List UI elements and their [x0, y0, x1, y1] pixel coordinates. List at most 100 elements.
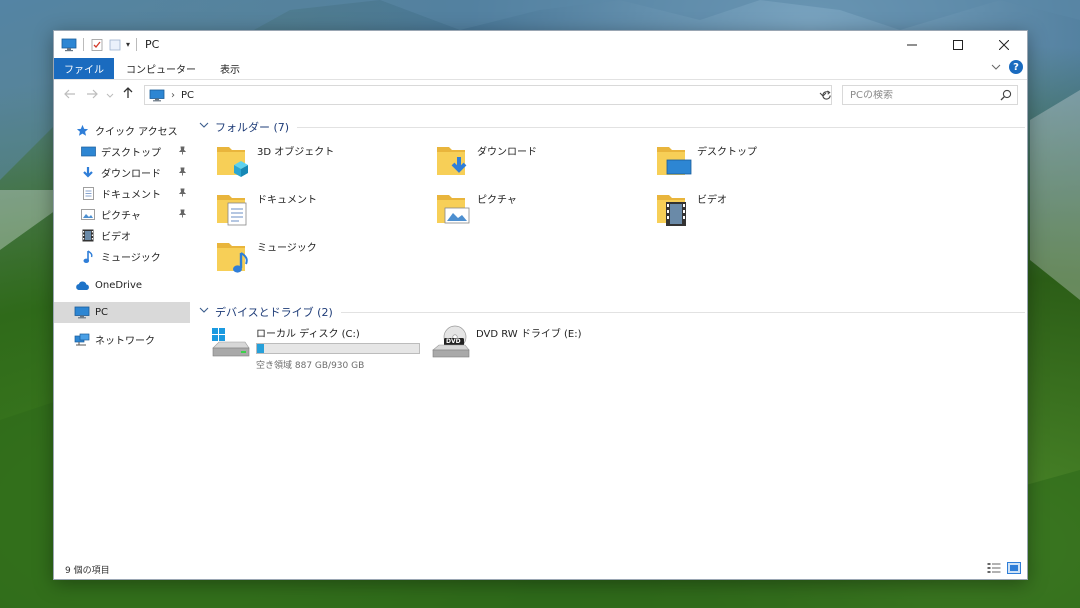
- item-count: 9 個の項目: [65, 565, 110, 576]
- sidebar-item-label: クイック アクセス: [95, 126, 178, 138]
- up-button[interactable]: [117, 87, 139, 103]
- sidebar-item-label: OneDrive: [95, 280, 143, 291]
- refresh-icon: [821, 89, 831, 100]
- minimize-button[interactable]: [889, 31, 935, 58]
- search-icon[interactable]: [1000, 89, 1012, 101]
- sidebar-item-quick-access[interactable]: クイック アクセス: [54, 119, 190, 141]
- folder-videos[interactable]: ビデオ: [655, 189, 875, 233]
- new-folder-icon[interactable]: [108, 38, 122, 52]
- properties-icon[interactable]: [90, 38, 104, 52]
- sidebar-item-pictures[interactable]: ピクチャ: [54, 204, 190, 225]
- hard-drive-icon: [211, 324, 251, 360]
- folder-music[interactable]: ミュージック: [215, 237, 435, 281]
- tab-file[interactable]: ファイル: [54, 58, 114, 79]
- pin-icon[interactable]: [178, 146, 187, 155]
- sidebar-item-music[interactable]: ミュージック: [54, 246, 190, 267]
- details-view-icon[interactable]: [987, 562, 1001, 574]
- 3d-objects-folder-icon: [215, 141, 253, 181]
- ribbon-right: ?: [991, 60, 1023, 74]
- help-icon[interactable]: ?: [1009, 60, 1023, 74]
- sidebar-item-onedrive[interactable]: OneDrive: [54, 275, 190, 296]
- expand-ribbon-icon[interactable]: [991, 63, 1001, 71]
- folder-label: ダウンロード: [477, 147, 537, 158]
- dvd-badge: DVD: [446, 338, 461, 345]
- sidebar-item-label: ドキュメント: [101, 190, 161, 201]
- pin-icon[interactable]: [178, 209, 187, 218]
- folder-label: ドキュメント: [257, 195, 317, 206]
- pin-icon[interactable]: [178, 167, 187, 176]
- search-input[interactable]: [850, 89, 990, 101]
- address-bar[interactable]: › PC: [144, 85, 832, 105]
- downloads-folder-icon: [435, 141, 473, 181]
- sidebar-item-label: ダウンロード: [101, 169, 161, 180]
- sidebar-item-desktop[interactable]: デスクトップ: [54, 141, 190, 162]
- folder-documents[interactable]: ドキュメント: [215, 189, 435, 233]
- view-switcher: [987, 562, 1021, 574]
- tab-view[interactable]: 表示: [208, 58, 252, 79]
- drive-name: ローカル ディスク (C:): [256, 329, 360, 340]
- group-header-label: フォルダー (7): [215, 121, 290, 134]
- pin-icon[interactable]: [178, 188, 187, 197]
- toolbar-separator: [136, 38, 138, 51]
- maximize-button[interactable]: [935, 31, 981, 58]
- drive-name: DVD RW ドライブ (E:): [476, 329, 582, 340]
- folder-grid: 3D オブジェクト ダウンロード デスクトップ ドキュメント ピクチャ ビデオ …: [199, 135, 1025, 283]
- group-header-folders[interactable]: フォルダー (7): [199, 119, 1025, 135]
- sidebar-item-pc[interactable]: PC: [54, 302, 190, 323]
- close-icon: [999, 39, 1009, 50]
- sidebar-item-label: ピクチャ: [101, 211, 141, 222]
- video-icon: [80, 229, 96, 243]
- folder-label: ピクチャ: [477, 195, 517, 206]
- folder-label: ビデオ: [697, 195, 727, 206]
- large-icons-view-icon[interactable]: [1007, 562, 1021, 574]
- videos-folder-icon: [655, 189, 693, 229]
- quick-access-toolbar: ▾: [54, 38, 139, 52]
- title-bar: ▾ PC: [54, 31, 1027, 58]
- maximize-icon: [953, 39, 963, 50]
- folder-desktop[interactable]: デスクトップ: [655, 141, 875, 185]
- folder-label: 3D オブジェクト: [257, 147, 335, 158]
- computer-icon: [74, 306, 90, 320]
- download-icon: [80, 166, 96, 180]
- minimize-icon: [907, 44, 917, 45]
- group-divider: [297, 126, 1025, 128]
- cloud-icon: [74, 279, 90, 293]
- breadcrumb-pc[interactable]: PC: [181, 90, 194, 101]
- star-icon: [74, 123, 90, 137]
- drive-dvd-e[interactable]: DVD DVD RW ドライブ (E:): [431, 324, 582, 360]
- folder-pictures[interactable]: ピクチャ: [435, 189, 655, 233]
- computer-icon: [61, 38, 77, 51]
- documents-folder-icon: [215, 189, 253, 229]
- status-bar: 9 個の項目: [54, 559, 1027, 579]
- drive-usage-fill: [257, 344, 265, 353]
- chevron-down-icon[interactable]: [199, 307, 209, 317]
- back-button[interactable]: [59, 88, 81, 103]
- picture-icon: [80, 208, 96, 222]
- close-button[interactable]: [981, 31, 1027, 58]
- chevron-down-icon: [106, 93, 114, 98]
- chevron-down-icon[interactable]: [199, 122, 209, 132]
- computer-icon: [149, 89, 165, 101]
- navigation-pane: クイック アクセス デスクトップ ダウンロード ドキュメント ピクチャ ビデオ …: [54, 119, 190, 559]
- sidebar-item-label: ビデオ: [101, 232, 131, 243]
- folder-downloads[interactable]: ダウンロード: [435, 141, 655, 185]
- customize-toolbar-icon[interactable]: ▾: [126, 40, 130, 49]
- sidebar-item-label: ミュージック: [101, 253, 161, 264]
- search-box[interactable]: [842, 85, 1018, 105]
- breadcrumb-separator-icon[interactable]: ›: [171, 90, 175, 101]
- file-explorer-window: ▾ PC ファイル コンピューター 表示 ? › PC PCの検索 クイック ア…: [53, 30, 1028, 580]
- sidebar-item-videos[interactable]: ビデオ: [54, 225, 190, 246]
- toolbar-separator: [83, 38, 84, 51]
- sidebar-item-network[interactable]: ネットワーク: [54, 329, 190, 350]
- drive-usage-bar: [256, 343, 420, 354]
- drive-local-c[interactable]: ローカル ディスク (C:) 空き領域 887 GB/930 GB: [211, 324, 420, 371]
- group-header-devices[interactable]: デバイスとドライブ (2): [199, 304, 1025, 320]
- forward-button[interactable]: [81, 88, 103, 103]
- refresh-button[interactable]: [818, 87, 834, 103]
- tab-computer[interactable]: コンピューター: [114, 58, 208, 79]
- recent-locations-button[interactable]: [103, 88, 117, 103]
- folder-3d-objects[interactable]: 3D オブジェクト: [215, 141, 435, 185]
- sidebar-item-documents[interactable]: ドキュメント: [54, 183, 190, 204]
- group-header-label: デバイスとドライブ (2): [215, 306, 333, 319]
- sidebar-item-downloads[interactable]: ダウンロード: [54, 162, 190, 183]
